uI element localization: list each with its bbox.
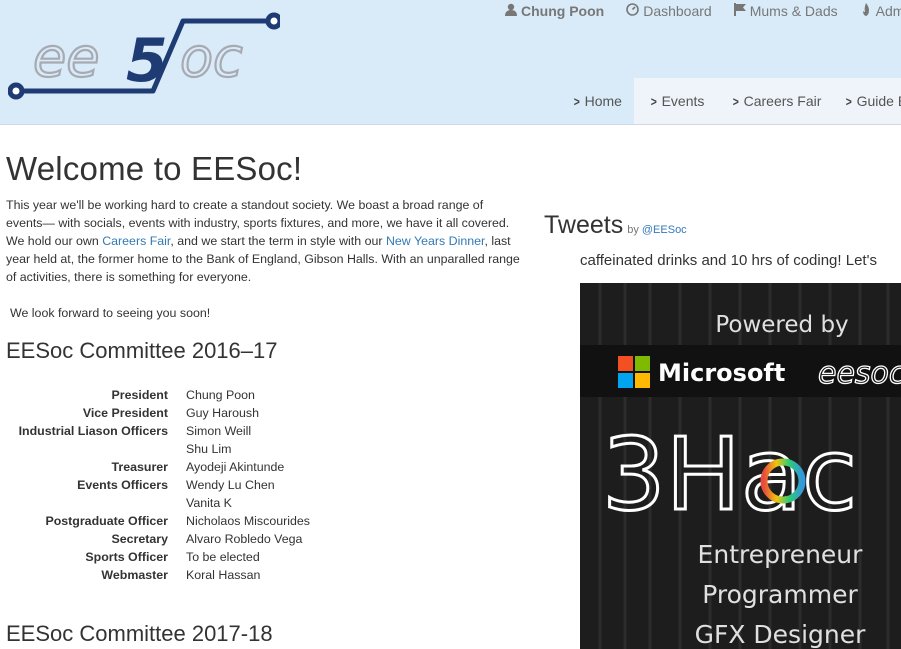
committee-2016-table: President Chung Poon Vice President Guy Har… xyxy=(6,386,310,584)
committee-row: Industrial Liason Officers Simon Weill xyxy=(6,422,310,440)
committee-member: Guy Haroush xyxy=(186,406,260,420)
committee-role: Postgraduate Officer xyxy=(45,514,168,528)
nav-mums-dads-label: Mums & Dads xyxy=(749,3,838,19)
header: ee oc 5 Chung Poon Dashboard Mums & Dads xyxy=(0,0,901,125)
flag-icon xyxy=(733,3,746,19)
committee-row: Postgraduate Officer Nicholaos Miscouride… xyxy=(6,512,310,530)
committee-member: Vanita K xyxy=(186,496,232,510)
poster-role-2: Programmer xyxy=(702,580,858,609)
committee-row: Events Officers Wendy Lu Chen xyxy=(6,476,310,494)
committee-row: Sports Officer To be elected xyxy=(6,548,310,566)
nav-dashboard-label: Dashboard xyxy=(643,3,712,19)
page-title: Welcome to EESoc! xyxy=(6,150,303,187)
chevron-right-icon: > xyxy=(845,94,852,109)
committee-row: Vice President Guy Haroush xyxy=(6,404,310,422)
new-years-dinner-link[interactable]: New Years Dinner xyxy=(386,234,485,248)
nav-guide[interactable]: > Guide B xyxy=(845,78,901,124)
committee-2017-heading: EESoc Committee 2017-18 xyxy=(6,621,273,646)
committee-member: Simon Weill xyxy=(186,424,252,438)
committee-role: President xyxy=(111,388,168,402)
tweets-panel: Tweets by @EESoc xyxy=(544,211,901,240)
committee-role: Industrial Liason Officers xyxy=(18,424,168,438)
welcome-section: Welcome to EESoc! This year we'll be wor… xyxy=(6,150,521,364)
poster-role-1: Entrepreneur xyxy=(698,540,864,569)
user-menu[interactable]: Chung Poon xyxy=(505,0,604,22)
committee-2016-heading: EESoc Committee 2016–17 xyxy=(6,338,278,363)
poster-microsoft: Microsoft xyxy=(658,359,785,387)
committee-member: To be elected xyxy=(186,550,260,564)
user-nav: Chung Poon Dashboard Mums & Dads Admin xyxy=(505,0,901,24)
poster-eesoc: eesoc xyxy=(818,356,901,391)
committee-role: Secretary xyxy=(111,532,169,546)
committee-member: Ayodeji Akintunde xyxy=(186,460,285,474)
fire-icon xyxy=(860,3,872,19)
nav-careers-fair[interactable]: > Careers Fair xyxy=(732,78,822,124)
committee-role: Events Officers xyxy=(77,478,168,492)
committee-role: Treasurer xyxy=(111,460,168,474)
committee-row: Vanita K xyxy=(6,494,310,512)
chevron-right-icon: > xyxy=(732,94,739,109)
nav-events-label: Events xyxy=(661,93,705,109)
user-icon xyxy=(505,3,517,19)
committee-row: Shu Lim xyxy=(6,440,310,458)
tweets-byline: by @EESoc xyxy=(627,224,686,236)
username: Chung Poon xyxy=(521,3,605,19)
closing-paragraph: We look forward to seeing you soon! xyxy=(10,306,211,320)
nav-admin[interactable]: Admin xyxy=(860,0,901,22)
nav-home[interactable]: > Home xyxy=(557,78,634,124)
chevron-right-icon: > xyxy=(573,94,580,109)
nav-guide-label: Guide B xyxy=(856,93,901,109)
careers-fair-link[interactable]: Careers Fair xyxy=(102,234,170,248)
committee-member: Koral Hassan xyxy=(186,568,261,582)
committee-role xyxy=(6,494,186,512)
poster-powered-by: Powered by xyxy=(715,312,848,338)
committee-member: Alvaro Robledo Vega xyxy=(186,532,303,546)
committee-member: Chung Poon xyxy=(186,388,255,402)
intro-paragraph: This year we'll be working hard to creat… xyxy=(6,196,521,286)
committee-row: Webmaster Koral Hassan xyxy=(6,566,310,584)
hackathon-poster: Powered by Microsoft eesoc 3Hac Entrepre… xyxy=(580,283,901,649)
main-nav: > Home > Events > Careers Fair > Guide B xyxy=(0,78,901,124)
committee-role: Webmaster xyxy=(101,568,168,582)
committee-role xyxy=(6,440,186,458)
poster-role-3: GFX Designer xyxy=(695,620,867,649)
tweets-title: Tweets xyxy=(544,211,624,239)
committee-row: Secretary Alvaro Robledo Vega xyxy=(6,530,310,548)
committee-row: President Chung Poon xyxy=(6,386,310,404)
committee-row: Treasurer Ayodeji Akintunde xyxy=(6,458,310,476)
tweets-by: by xyxy=(627,224,639,236)
chevron-right-icon: > xyxy=(650,94,657,109)
committee-role: Sports Officer xyxy=(85,550,168,564)
nav-mums-dads[interactable]: Mums & Dads xyxy=(733,0,838,22)
poster-event-title: 3Hac xyxy=(602,416,857,533)
committee-member: Shu Lim xyxy=(186,442,232,456)
intro-text-2: , and we start the term in style with ou… xyxy=(170,234,386,248)
tweet-text: caffeinated drinks and 10 hrs of coding!… xyxy=(580,252,877,269)
nav-events[interactable]: > Events xyxy=(650,78,705,124)
tweets-handle-link[interactable]: @EESoc xyxy=(642,224,687,236)
committee-role: Vice President xyxy=(82,406,168,420)
nav-dashboard[interactable]: Dashboard xyxy=(626,0,712,22)
nav-careers-fair-label: Careers Fair xyxy=(743,93,822,109)
nav-home-label: Home xyxy=(584,93,622,109)
committee-member: Nicholaos Miscourides xyxy=(186,514,310,528)
nav-admin-label: Admin xyxy=(875,3,901,19)
committee-member: Wendy Lu Chen xyxy=(186,478,275,492)
dashboard-icon xyxy=(626,3,640,19)
tweet-image[interactable]: Powered by Microsoft eesoc 3Hac Entrepre… xyxy=(580,283,901,649)
